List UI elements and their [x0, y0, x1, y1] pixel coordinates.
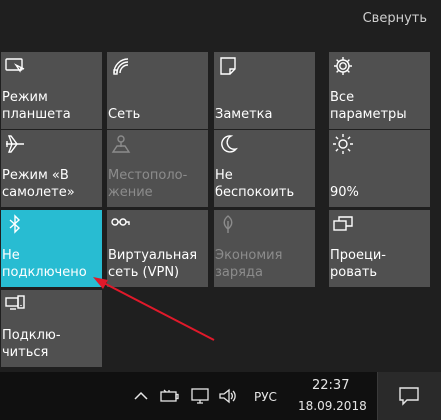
battery-saver-icon	[217, 213, 239, 235]
display-icon[interactable]	[190, 386, 210, 406]
tile-brightness[interactable]: 90%	[329, 130, 430, 207]
tile-project[interactable]: Проеци- ровать	[329, 210, 430, 287]
tile-network[interactable]: Сеть	[107, 52, 208, 129]
tile-label: Виртуальная сеть (VPN)	[108, 248, 198, 280]
tile-label: Местополо- жение	[108, 168, 188, 200]
tile-tablet-mode[interactable]: Режим планшета	[1, 52, 102, 129]
clock-time[interactable]: 22:37	[312, 378, 349, 393]
settings-gear-icon	[332, 55, 354, 77]
connect-icon	[4, 293, 26, 315]
tile-bluetooth[interactable]: Не подключено	[1, 210, 102, 287]
tablet-mode-icon	[4, 55, 26, 77]
project-icon	[332, 213, 354, 235]
tile-note[interactable]: Заметка	[214, 52, 315, 129]
volume-icon[interactable]	[218, 386, 238, 406]
language-indicator[interactable]: РУС	[254, 390, 277, 404]
tile-location[interactable]: Местополо- жение	[107, 130, 208, 207]
clock-date[interactable]: 18.09.2018	[298, 399, 367, 413]
tile-label: Проеци- ровать	[330, 248, 386, 280]
action-center-button[interactable]	[377, 372, 441, 420]
moon-icon	[217, 133, 239, 155]
tile-label: Подклю- читься	[2, 328, 61, 360]
tile-label: Заметка	[215, 107, 273, 122]
battery-icon[interactable]	[160, 386, 180, 406]
tile-label: Сеть	[108, 107, 141, 122]
tile-label: Не беспокоить	[215, 168, 295, 200]
brightness-icon	[332, 133, 354, 155]
tile-label: Не подключено	[2, 248, 87, 280]
tile-label: Режим «В самолете»	[2, 168, 75, 200]
network-icon	[110, 55, 132, 77]
tile-label: Экономия заряда	[215, 248, 283, 280]
tile-battery-saver[interactable]: Экономия заряда	[214, 210, 315, 287]
tile-do-not-disturb[interactable]: Не беспокоить	[214, 130, 315, 207]
tile-label: Режим планшета	[2, 90, 71, 122]
note-icon	[217, 55, 239, 77]
chevron-up-icon[interactable]	[131, 386, 151, 406]
tile-label: 90%	[330, 185, 359, 200]
location-icon	[110, 133, 132, 155]
taskbar: РУС 22:37 18.09.2018	[0, 372, 441, 420]
tile-label: Все параметры	[330, 90, 407, 122]
collapse-link[interactable]: Свернуть	[363, 11, 427, 26]
bluetooth-icon	[4, 213, 26, 235]
notification-icon	[398, 385, 420, 407]
airplane-icon	[4, 133, 26, 155]
vpn-icon	[110, 213, 132, 235]
tile-airplane-mode[interactable]: Режим «В самолете»	[1, 130, 102, 207]
tile-all-settings[interactable]: Все параметры	[329, 52, 430, 129]
tile-connect[interactable]: Подклю- читься	[1, 290, 102, 367]
tile-vpn[interactable]: Виртуальная сеть (VPN)	[107, 210, 208, 287]
